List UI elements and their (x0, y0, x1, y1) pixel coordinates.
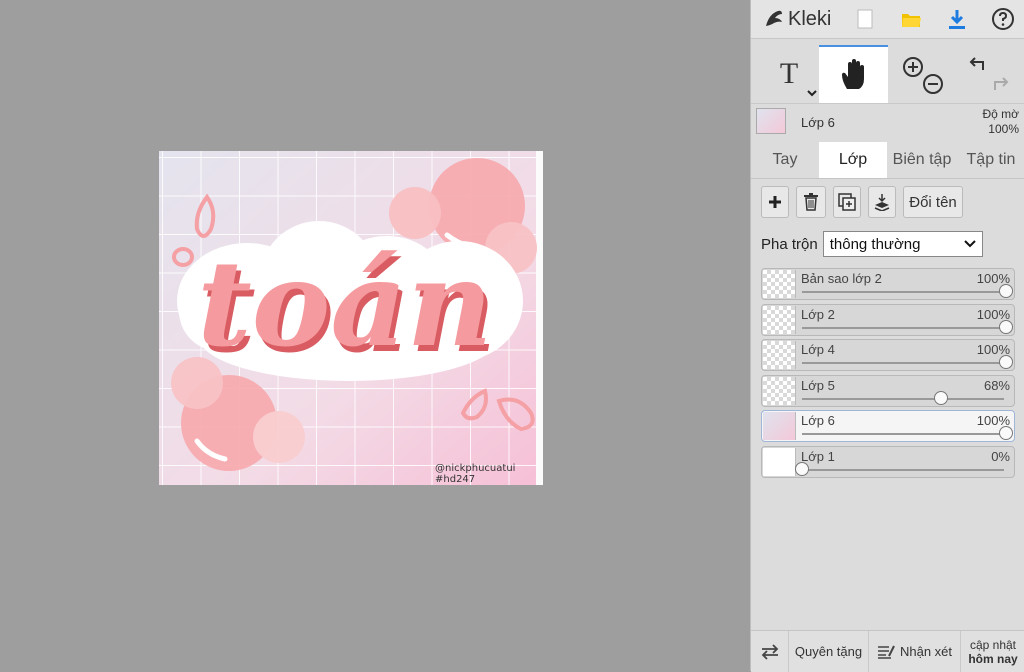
undo-redo-buttons[interactable] (957, 45, 1021, 103)
plus-icon (769, 196, 781, 208)
layer-name: Lớp 4 (801, 342, 835, 357)
side-panel: Kleki T Lớp 6 Độ mờ 100% Tay Lớp Biên tậ… (750, 0, 1024, 672)
feedback-label: Nhận xét (899, 644, 953, 659)
update-button[interactable]: cập nhật hôm nay (961, 631, 1024, 672)
swap-arrows-icon (761, 643, 778, 660)
drawing-canvas[interactable]: toán toán @nickphucuatui #hd247 (159, 151, 543, 485)
trash-icon (804, 193, 818, 211)
layer-thumbnail (763, 412, 796, 440)
layer-row[interactable]: Lớp 2 100% (761, 303, 1015, 336)
tool-bar: T (751, 45, 1024, 104)
opacity-slider-handle[interactable] (795, 461, 809, 476)
opacity-slider-track[interactable] (802, 468, 1004, 471)
donate-button[interactable]: Quyên tặng (789, 631, 869, 672)
layer-name: Bản sao lớp 2 (801, 271, 882, 286)
tab-file[interactable]: Tập tin (957, 142, 1024, 178)
kleki-logo-icon (766, 10, 782, 26)
new-image-icon (857, 9, 873, 29)
layer-name: Lớp 5 (801, 377, 835, 393)
merge-layer-button[interactable] (868, 186, 896, 218)
rename-layer-button[interactable]: Đổi tên (903, 186, 963, 218)
opacity-slider-handle[interactable] (933, 390, 948, 405)
blend-mode-select[interactable]: thông thường (822, 231, 983, 257)
artwork-credit-tag: #hd247 (435, 474, 475, 485)
undo-redo-icon (969, 57, 1009, 90)
layer-thumbnail (763, 305, 796, 334)
text-tool-button[interactable]: T (759, 45, 819, 103)
kleki-logo[interactable]: Kleki (763, 6, 831, 32)
opacity-slider-handle[interactable] (999, 426, 1013, 440)
layer-thumbnail (763, 270, 796, 298)
layer-row[interactable]: Bản sao lớp 2 100% (761, 268, 1015, 300)
canvas-workspace[interactable]: toán toán @nickphucuatui #hd247 (0, 0, 750, 671)
help-button[interactable] (989, 5, 1017, 33)
duplicate-icon (838, 193, 856, 211)
current-layer-thumbnail[interactable] (756, 108, 786, 134)
panel-tabs: Tay Lớp Biên tập Tập tin (751, 142, 1024, 179)
chevron-down-icon[interactable] (807, 89, 817, 97)
opacity-slider-track[interactable] (802, 362, 1004, 364)
opacity-slider-track[interactable] (802, 291, 1004, 293)
new-image-button[interactable] (851, 5, 879, 33)
opacity-slider-track[interactable] (802, 397, 1004, 400)
tab-edit[interactable]: Biên tập (887, 142, 957, 178)
comment-icon (877, 645, 895, 659)
layer-name: Lớp 6 (801, 413, 835, 428)
blend-mode: Pha trộn thông thường (761, 230, 983, 258)
layer-row[interactable]: Lớp 4 100% (761, 339, 1015, 371)
opacity-value: 100% (988, 122, 1019, 136)
layer-actions: Đổi tên (751, 186, 1024, 222)
opacity-label: Độ mờ (982, 107, 1019, 121)
hand-tool-button[interactable] (819, 45, 888, 103)
layer-opacity: 68% (983, 377, 1010, 393)
zoom-buttons[interactable] (891, 45, 951, 103)
artwork-credit-handle: @nickphucuatui (435, 463, 515, 474)
swap-button[interactable] (751, 631, 789, 672)
layer-row[interactable]: Lớp 1 0% (761, 445, 1015, 478)
feedback-button[interactable]: Nhận xét (869, 631, 961, 672)
delete-layer-button[interactable] (796, 186, 826, 218)
artwork-title-text: toán (197, 234, 492, 373)
opacity-slider-track[interactable] (802, 433, 1004, 435)
open-folder-icon (902, 14, 921, 27)
opacity-slider-handle[interactable] (999, 284, 1013, 298)
download-button[interactable] (943, 5, 971, 33)
layer-name: Lớp 1 (801, 448, 835, 464)
duplicate-layer-button[interactable] (833, 186, 861, 218)
zoom-icon (903, 57, 943, 94)
layer-list: Bản sao lớp 2 100% Lớp 2 100% Lớp 4 100%… (761, 268, 1015, 481)
blend-mode-value: thông thường (829, 235, 921, 253)
top-bar: Kleki (751, 0, 1024, 39)
layer-row[interactable]: Lớp 6 100% (761, 410, 1015, 442)
update-line-1: cập nhật (969, 637, 1017, 652)
opacity-slider-handle[interactable] (999, 355, 1013, 369)
tab-layers[interactable]: Lớp (819, 142, 887, 178)
app-name: Kleki (788, 7, 832, 30)
add-layer-button[interactable] (761, 186, 789, 218)
chevron-down-icon (964, 240, 976, 248)
merge-down-icon (874, 194, 890, 211)
tab-hand[interactable]: Tay (751, 142, 819, 178)
layer-name: Lớp 2 (801, 306, 835, 322)
opacity-slider-handle[interactable] (999, 319, 1013, 334)
layer-row[interactable]: Lớp 5 68% (761, 374, 1015, 407)
opacity-slider-track[interactable] (802, 326, 1004, 329)
text-tool-icon: T (779, 57, 799, 90)
layer-opacity: 0% (991, 448, 1010, 464)
layer-thumbnail (763, 447, 796, 476)
current-layer-info: Lớp 6 Độ mờ 100% (751, 103, 1024, 143)
update-line-2: hôm nay (968, 651, 1018, 666)
help-icon (992, 8, 1014, 30)
blend-mode-label: Pha trộn (761, 235, 818, 253)
layer-thumbnail (763, 341, 796, 369)
layer-thumbnail (763, 376, 796, 405)
artwork: toán toán @nickphucuatui #hd247 (159, 151, 543, 485)
bottom-bar: Quyên tặng Nhận xét cập nhật hôm nay (751, 630, 1024, 672)
current-layer-name: Lớp 6 (801, 115, 835, 130)
hand-icon (841, 59, 864, 89)
open-file-button[interactable] (897, 5, 925, 33)
download-icon (949, 10, 965, 29)
